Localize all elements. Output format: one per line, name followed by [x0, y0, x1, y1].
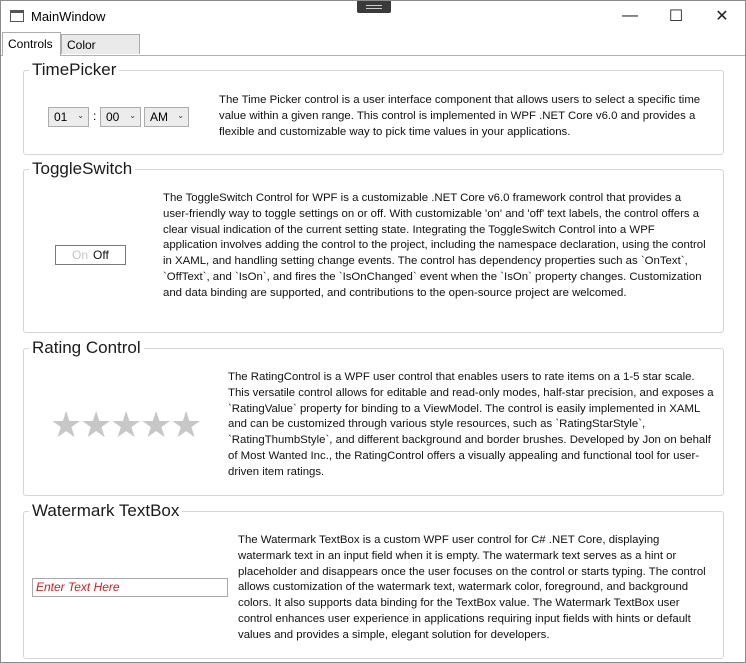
- chevron-down-icon: ⌄: [129, 111, 136, 120]
- star-icon[interactable]: ★: [50, 407, 82, 443]
- toggle-on-label: On: [72, 248, 89, 262]
- tab-controls[interactable]: Controls: [2, 32, 61, 56]
- ampm-value: AM: [150, 110, 168, 124]
- hour-value: 01: [54, 110, 68, 124]
- minimize-icon: —: [622, 7, 638, 24]
- minimize-button[interactable]: —: [607, 1, 653, 31]
- maximize-icon: ☐: [668, 8, 684, 25]
- chevron-down-icon: ⌄: [77, 111, 84, 120]
- window-title: MainWindow: [31, 9, 106, 24]
- timepicker-title: TimePicker: [29, 60, 120, 80]
- close-icon: ✕: [715, 8, 729, 25]
- tab-strip: Controls Color Pickers: [1, 32, 745, 72]
- hour-combobox[interactable]: 01 ⌄: [48, 107, 89, 127]
- chevron-down-icon: ⌄: [177, 111, 184, 120]
- toggleswitch-title: ToggleSwitch: [29, 159, 136, 179]
- close-button[interactable]: ✕: [699, 1, 745, 31]
- star-icon[interactable]: ★: [80, 407, 112, 443]
- handle-line: [366, 5, 382, 6]
- toggleswitch-description: The ToggleSwitch Control for WPF is a cu…: [163, 192, 706, 299]
- rating-title: Rating Control: [29, 338, 144, 358]
- maximize-button[interactable]: ☐: [653, 1, 699, 31]
- rating-groupbox: Rating Control ★ ★ ★ ★ ★ The RatingContr…: [23, 338, 724, 496]
- toggleswitch-groupbox: ToggleSwitch On Off The ToggleSwitch Con…: [23, 159, 724, 333]
- rating-description: The RatingControl is a WPF user control …: [228, 371, 714, 478]
- star-icon[interactable]: ★: [140, 407, 172, 443]
- time-separator: :: [93, 109, 97, 123]
- watermark-description: The Watermark TextBox is a custom WPF us…: [238, 534, 706, 641]
- main-window: MainWindow — ☐ ✕ Controls Color Pickers …: [0, 0, 746, 663]
- ampm-combobox[interactable]: AM ⌄: [144, 107, 189, 127]
- watermark-title: Watermark TextBox: [29, 501, 183, 521]
- watermark-groupbox: Watermark TextBox Enter Text Here The Wa…: [23, 501, 724, 659]
- tab-color-pickers[interactable]: Color Pickers: [61, 34, 140, 72]
- tab-content: TimePicker 01 ⌄ : 00 ⌄ AM ⌄ The Time Pic…: [1, 56, 745, 662]
- snap-layout-handle[interactable]: [357, 1, 391, 13]
- watermark-textbox[interactable]: Enter Text Here: [32, 578, 228, 597]
- timepicker-description: The Time Picker control is a user interf…: [219, 94, 701, 138]
- toggle-off-label: Off: [93, 248, 109, 262]
- star-icon[interactable]: ★: [110, 407, 142, 443]
- star-icon[interactable]: ★: [170, 407, 202, 443]
- toggle-switch[interactable]: On Off: [55, 245, 126, 265]
- minute-combobox[interactable]: 00 ⌄: [100, 107, 141, 127]
- minute-value: 00: [106, 110, 120, 124]
- timepicker-groupbox: TimePicker 01 ⌄ : 00 ⌄ AM ⌄ The Time Pic…: [23, 60, 724, 155]
- rating-stars[interactable]: ★ ★ ★ ★ ★: [50, 407, 202, 443]
- handle-line: [366, 8, 382, 9]
- app-window-icon: [10, 10, 24, 22]
- title-bar[interactable]: MainWindow — ☐ ✕: [1, 1, 745, 31]
